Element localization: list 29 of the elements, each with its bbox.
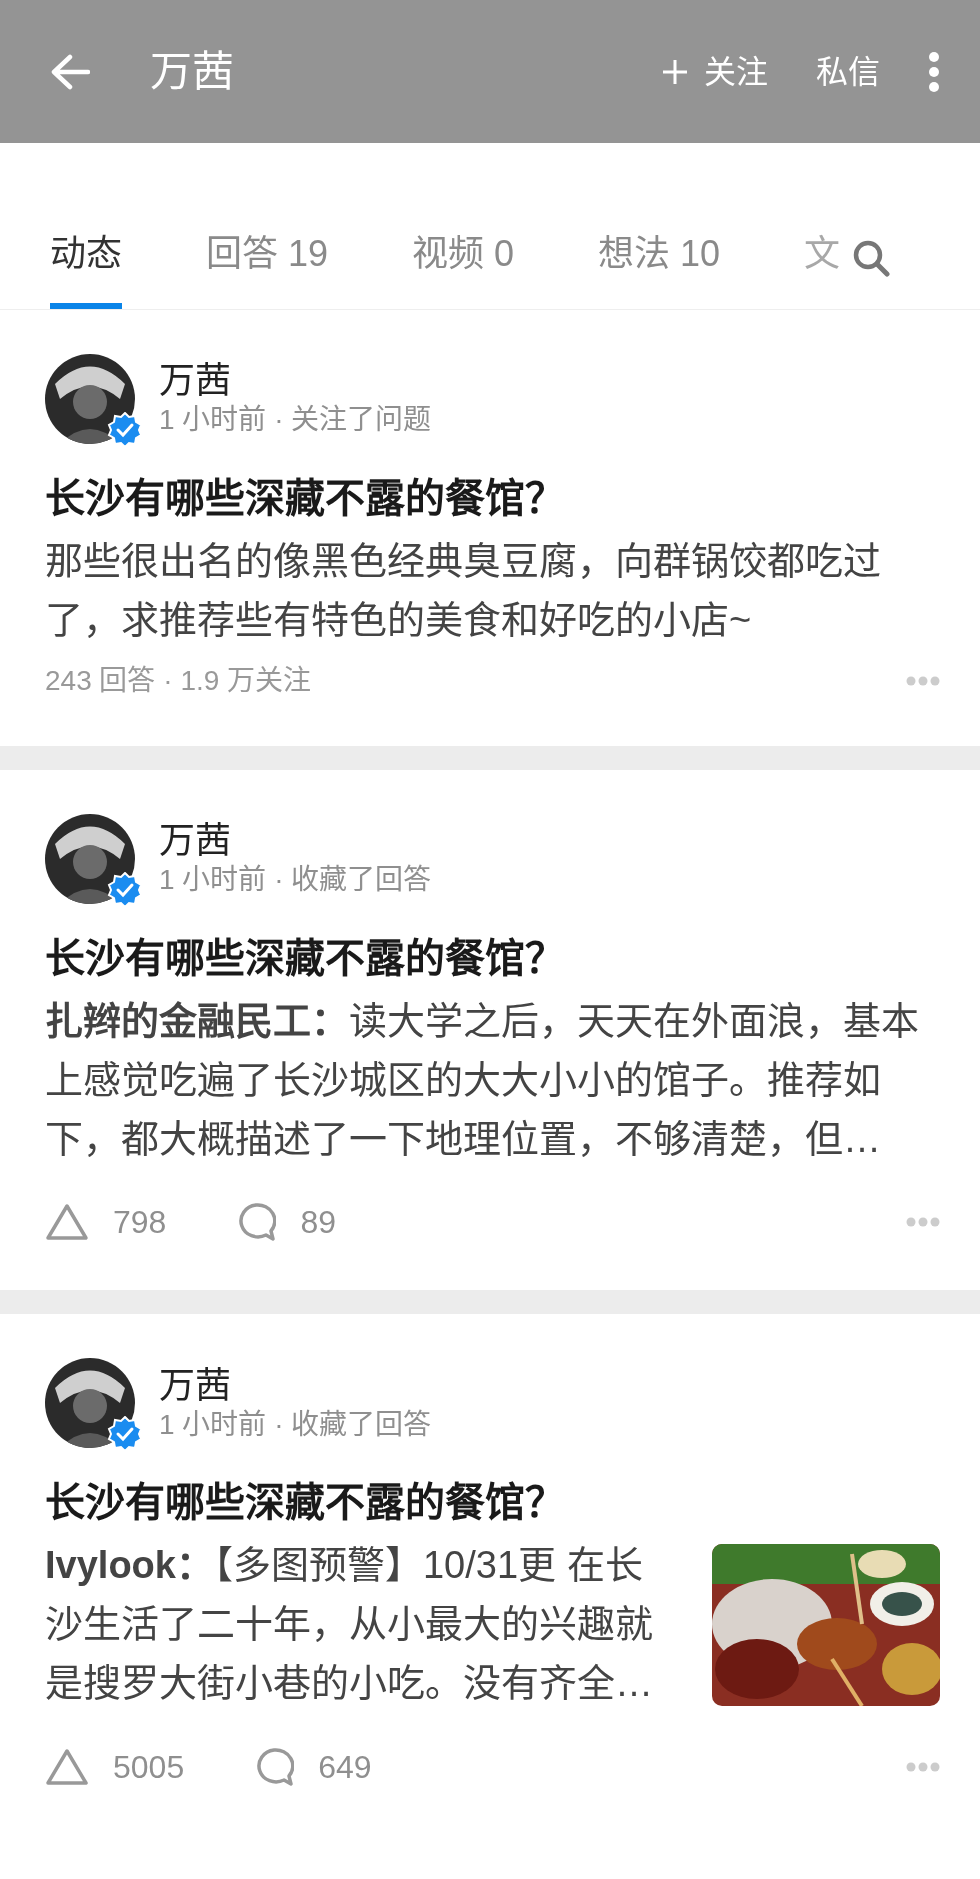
- question-title[interactable]: 长沙有哪些深藏不露的餐馆？: [45, 470, 940, 526]
- upvote-count: 5005: [113, 1748, 185, 1788]
- search-icon[interactable]: [852, 239, 891, 277]
- excerpt[interactable]: 扎辫的金融民工：读大学之后，天天在外面浪，基本上感觉吃遍了长沙城区的大大小小的馆子。推荐如下，都大概描述了一下地理位置，不够清楚，但…: [45, 991, 925, 1169]
- more-menu-button[interactable]: [928, 50, 940, 93]
- upvote-icon[interactable]: [45, 1748, 89, 1787]
- activity-meta: 1 小时前 · 收藏了回答: [159, 863, 432, 898]
- author-name[interactable]: 万茜: [159, 819, 432, 863]
- more-options-button[interactable]: [906, 1217, 940, 1228]
- excerpt[interactable]: 那些很出名的像黑色经典臭豆腐，向群锅饺都吃过了，求推荐些有特色的美食和好吃的小店~: [45, 532, 925, 650]
- plus-icon: [662, 58, 688, 85]
- comment-count: 649: [318, 1748, 372, 1788]
- more-options-button[interactable]: [906, 1762, 940, 1773]
- question-title[interactable]: 长沙有哪些深藏不露的餐馆？: [45, 1474, 940, 1531]
- upvote-icon[interactable]: [45, 1203, 89, 1242]
- comment-icon[interactable]: [254, 1747, 295, 1788]
- comment-icon[interactable]: [236, 1202, 277, 1243]
- excerpt[interactable]: Ivylook：【多图预警】10/31更 在长沙生活了二十年，从小最大的兴趣就是搜罗大街小巷的小吃。没有齐全…: [45, 1536, 675, 1714]
- question-stats: 243 回答 · 1.9 万关注: [45, 663, 312, 698]
- more-options-button[interactable]: [906, 675, 940, 686]
- comment-count: 89: [300, 1203, 336, 1243]
- upvote-count: 798: [113, 1203, 167, 1243]
- activity-meta: 1 小时前 · 收藏了回答: [159, 1407, 432, 1442]
- page-title: 万茜: [150, 47, 234, 97]
- question-title[interactable]: 长沙有哪些深藏不露的餐馆？: [45, 929, 940, 986]
- author-name[interactable]: 万茜: [159, 1363, 432, 1407]
- back-button[interactable]: [50, 53, 90, 90]
- author-name[interactable]: 万茜: [159, 359, 432, 403]
- activity-meta: 1 小时前 · 关注了问题: [159, 403, 432, 438]
